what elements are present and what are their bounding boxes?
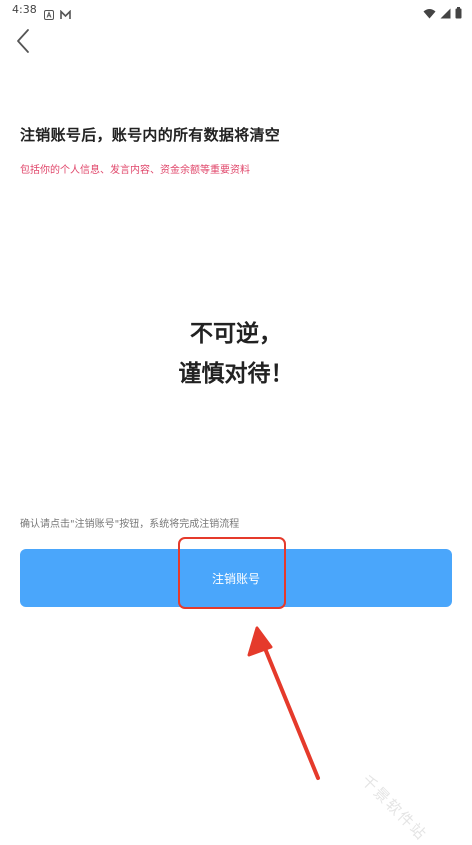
confirm-hint: 确认请点击"注销账号"按钮，系统将完成注销流程 xyxy=(20,519,240,530)
headline: 注销账号后，账号内的所有数据将清空 xyxy=(20,126,281,144)
data-loss-note: 包括你的个人信息、发言内容、资金余额等重要资料 xyxy=(20,165,250,176)
status-right-icons xyxy=(423,4,462,23)
delete-account-button[interactable]: 注销账号 xyxy=(20,549,452,607)
wifi-icon xyxy=(423,4,436,23)
battery-icon xyxy=(455,4,462,23)
signal-icon xyxy=(440,4,451,23)
warning-line-1: 不可逆， xyxy=(190,321,282,347)
notification-a-icon xyxy=(44,5,54,20)
notification-m-icon xyxy=(60,5,71,19)
irreversible-warning: 不可逆， 谨慎对待！ xyxy=(0,314,472,394)
back-button[interactable] xyxy=(10,26,40,56)
status-time: 4:38 xyxy=(12,3,37,16)
watermark: 千景软件站 xyxy=(357,771,431,845)
warning-line-2: 谨慎对待！ xyxy=(178,361,294,387)
chevron-left-icon xyxy=(17,29,29,53)
status-bar: 4:38 xyxy=(0,0,472,22)
delete-account-button-label: 注销账号 xyxy=(211,571,260,586)
